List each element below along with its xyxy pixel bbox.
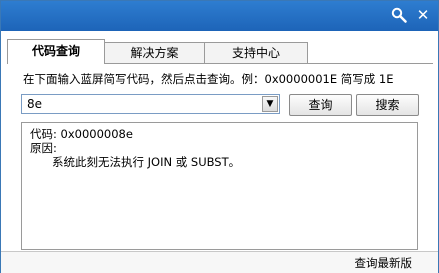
result-panel: 代码: 0x0000008e 原因: 系统此刻无法执行 JOIN 或 SUBST… [21, 122, 418, 250]
result-reason-text: 系统此刻无法执行 JOIN 或 SUBST。 [52, 155, 241, 169]
tab-solutions[interactable]: 解决方案 [104, 42, 205, 63]
chevron-down-icon[interactable]: ▼ [262, 96, 278, 112]
check-update-link[interactable]: 查询最新版 [355, 255, 413, 271]
tab-bar: 代码查询 解决方案 支持中心 [7, 39, 433, 64]
magnifier-icon[interactable] [389, 5, 409, 25]
code-input-combobox[interactable]: 8e ▼ [21, 94, 280, 114]
code-input-value[interactable]: 8e [27, 97, 42, 111]
title-bar: ✕ [1, 1, 438, 31]
status-bar: 查询最新版 [1, 251, 438, 273]
app-window: ✕ 代码查询 解决方案 支持中心 在下面输入蓝屏简写代码，然后点击查询。例：0x… [0, 0, 439, 273]
query-button[interactable]: 查询 [289, 94, 352, 116]
close-icon[interactable]: ✕ [413, 5, 433, 25]
tab-code-query[interactable]: 代码查询 [7, 39, 105, 64]
instruction-text: 在下面输入蓝屏简写代码，然后点击查询。例：0x0000001E 简写成 1E [23, 72, 394, 86]
tab-support-center[interactable]: 支持中心 [204, 42, 308, 63]
search-button[interactable]: 搜索 [356, 94, 419, 116]
